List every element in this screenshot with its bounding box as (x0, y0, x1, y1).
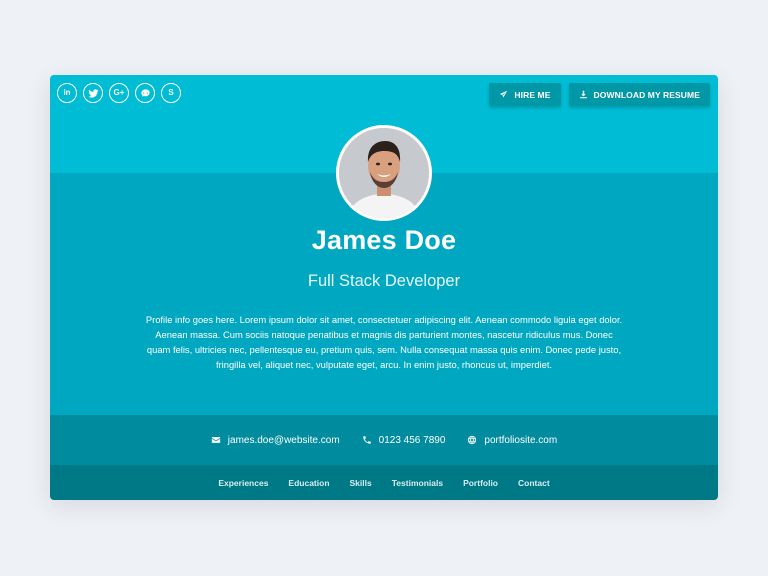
profile-bio: Profile info goes here. Lorem ipsum dolo… (145, 314, 623, 370)
person-photo (339, 128, 429, 218)
nav-item-testimonials[interactable]: Testimonials (392, 478, 443, 488)
email-text: james.doe@website.com (227, 434, 340, 446)
skype-icon: S (168, 88, 174, 97)
download-resume-button[interactable]: Download My Resume (568, 83, 710, 106)
google-plus-icon: G+ (113, 88, 125, 97)
social-links: in G+ S (57, 83, 181, 103)
website-text: portfoliosite.com (484, 434, 558, 446)
header-actions: Hire Me Download My Resume (489, 83, 710, 106)
email-link[interactable]: james.doe@website.com (211, 435, 340, 446)
resume-header-card: in G+ S Hire Me Download My Resume (50, 75, 718, 500)
nav-item-skills[interactable]: Skills (350, 478, 372, 488)
nav-item-portfolio[interactable]: Portfolio (463, 478, 498, 488)
section-nav: Experiences Education Skills Testimonial… (50, 465, 718, 500)
phone-icon (362, 436, 371, 444)
linkedin-icon: in (63, 88, 71, 97)
google-plus-link[interactable]: G+ (109, 83, 129, 103)
profile-tagline: Full Stack Developer (307, 272, 461, 290)
globe-icon (468, 435, 477, 445)
phone-link[interactable]: 0123 456 7890 (362, 434, 446, 446)
website-link[interactable]: portfoliosite.com (467, 435, 557, 446)
linkedin-link[interactable]: in (57, 83, 77, 103)
envelope-icon (211, 437, 220, 443)
nav-item-experiences[interactable]: Experiences (218, 478, 268, 488)
skype-link[interactable]: S (161, 83, 181, 103)
profile-avatar (336, 125, 432, 221)
hire-me-button[interactable]: Hire Me (489, 83, 561, 106)
nav-item-contact[interactable]: Contact (518, 478, 550, 488)
profile-name: James Doe (311, 225, 457, 255)
download-resume-label: Download My Resume (593, 89, 700, 100)
twitter-icon (87, 88, 99, 98)
twitter-link[interactable] (83, 83, 103, 103)
paper-plane-icon (500, 90, 508, 98)
github-icon (140, 88, 150, 97)
hire-me-label: Hire Me (514, 89, 551, 100)
download-icon (579, 90, 587, 99)
phone-text: 0123 456 7890 (378, 434, 446, 446)
nav-item-education[interactable]: Education (288, 478, 329, 488)
contact-info: james.doe@website.com 0123 456 7890 port… (50, 415, 718, 465)
github-link[interactable] (135, 83, 155, 103)
